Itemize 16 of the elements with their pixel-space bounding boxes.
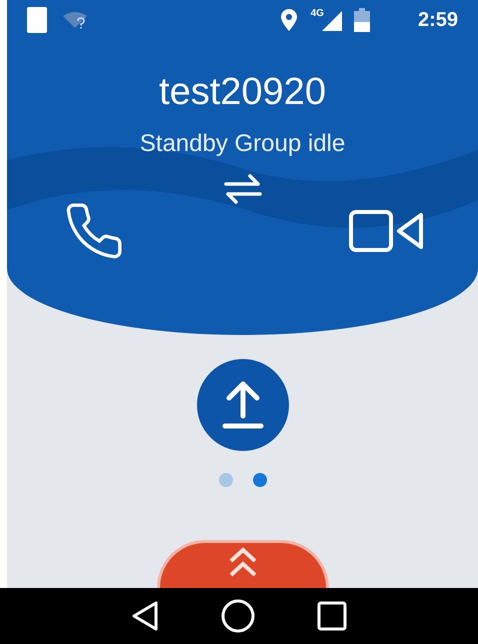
battery-icon bbox=[354, 8, 370, 32]
location-pin-icon bbox=[280, 9, 297, 31]
video-camera-icon bbox=[349, 210, 423, 252]
contact-name: test20920 bbox=[158, 70, 327, 115]
cell-signal-icon bbox=[322, 9, 342, 31]
upload-icon bbox=[220, 380, 264, 430]
recent-apps-icon[interactable] bbox=[317, 601, 347, 631]
wifi-unknown-icon bbox=[63, 11, 87, 29]
home-icon[interactable] bbox=[221, 599, 255, 633]
status-text: Standby Group idle bbox=[138, 129, 346, 159]
swap-arrows-icon bbox=[224, 174, 262, 204]
double-chevron-up-icon bbox=[228, 547, 258, 579]
back-icon[interactable] bbox=[131, 600, 159, 632]
sim-card-icon bbox=[27, 7, 47, 33]
clock-time: 2:59 bbox=[418, 8, 458, 33]
network-type: 4G bbox=[310, 7, 324, 21]
